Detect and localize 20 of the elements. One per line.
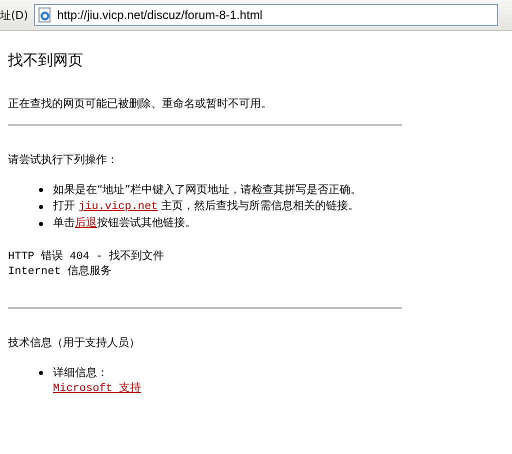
link[interactable]: jiu.vicp.net [78,201,158,213]
bullet-icon [39,222,43,226]
section-heading: 技术信息（用于支持人员） [8,335,141,350]
suggestion-item: 打开 jiu.vicp.net 主页，然后查找与所需信息相关的链接。 [53,198,360,215]
address-label: 址(D) [0,8,28,22]
error-info-line: HTTP 错误 404 - 找不到文件 [8,250,166,265]
suggestion-item: 单击后退按钮尝试其他链接。 [53,215,196,232]
page-icon [37,7,54,23]
address-field[interactable]: http://jiu.vicp.net/discuz/forum-8-1.html [34,4,498,26]
bullet-icon [39,188,43,192]
page-title: 找不到网页 [8,51,84,70]
error-info-line: Internet 信息服务 [8,265,112,280]
bullet-icon [39,204,43,208]
suggestion-item: 如果是在“地址”栏中键入了网页地址，请检查其拼写是否正确。 [53,182,362,198]
link[interactable]: 后退 [75,218,97,230]
details-label: 详细信息： [53,365,108,381]
error-message: 正在查找的网页可能已被删除、重命名或暂时不可用。 [8,96,273,111]
section-heading: 请尝试执行下列操作： [8,152,119,167]
bullet-icon [39,371,43,375]
support-link[interactable]: Microsoft 支持 [53,381,142,397]
